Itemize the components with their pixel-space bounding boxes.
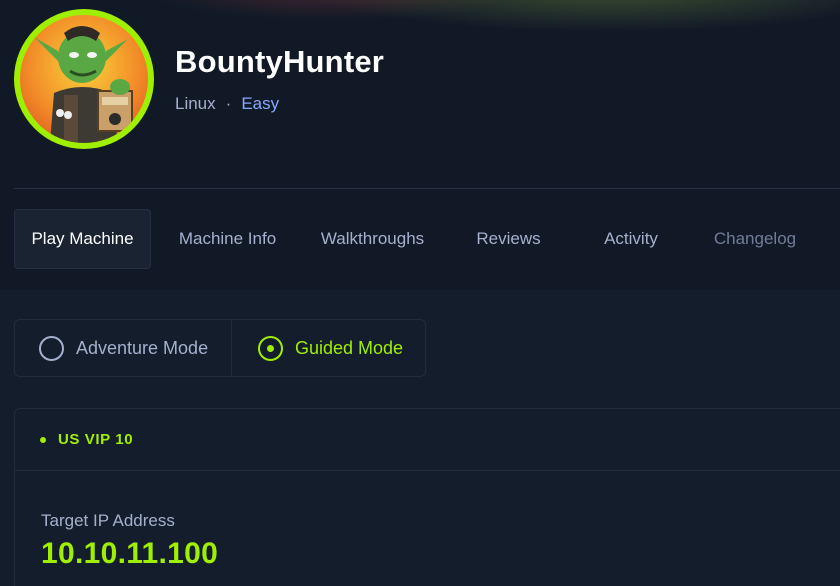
status-dot-icon (40, 436, 46, 443)
adventure-mode-option[interactable]: Adventure Mode (15, 320, 232, 376)
radio-unselected-icon[interactable] (39, 335, 64, 361)
machine-header: BountyHunter Linux · Easy Play Machine M… (0, 0, 840, 290)
meta-separator: · (225, 94, 232, 113)
tab-reviews[interactable]: Reviews (441, 209, 576, 269)
machine-difficulty: Easy (241, 94, 280, 113)
target-ip-label: Target IP Address (41, 511, 175, 530)
machine-title: BountyHunter (175, 44, 385, 79)
header-divider (14, 188, 840, 189)
machine-meta: Linux · Easy (175, 94, 279, 114)
tab-walkthroughs[interactable]: Walkthroughs (304, 209, 441, 269)
tab-changelog[interactable]: Changelog (686, 209, 824, 269)
guided-mode-option[interactable]: Guided Mode (232, 320, 425, 376)
mode-selector: Adventure Mode Guided Mode (14, 319, 426, 377)
tab-machine-info[interactable]: Machine Info (151, 209, 304, 269)
machine-os: Linux (175, 94, 216, 113)
machine-page: BountyHunter Linux · Easy Play Machine M… (0, 0, 840, 586)
adventure-mode-label: Adventure Mode (76, 337, 209, 358)
machine-avatar (14, 9, 154, 149)
tab-activity[interactable]: Activity (576, 209, 686, 269)
machine-tabs: Play Machine Machine Info Walkthroughs R… (14, 209, 824, 269)
radio-selected-icon[interactable] (258, 335, 283, 361)
target-ip-value[interactable]: 10.10.11.100 (41, 537, 218, 571)
vpn-server-header: US VIP 10 (15, 409, 840, 471)
tab-play-machine[interactable]: Play Machine (14, 209, 151, 269)
vpn-server-name: US VIP 10 (58, 431, 134, 448)
goblin-avatar-image (20, 15, 148, 143)
connection-card: US VIP 10 Target IP Address 10.10.11.100 (14, 408, 840, 586)
guided-mode-label: Guided Mode (295, 337, 404, 358)
